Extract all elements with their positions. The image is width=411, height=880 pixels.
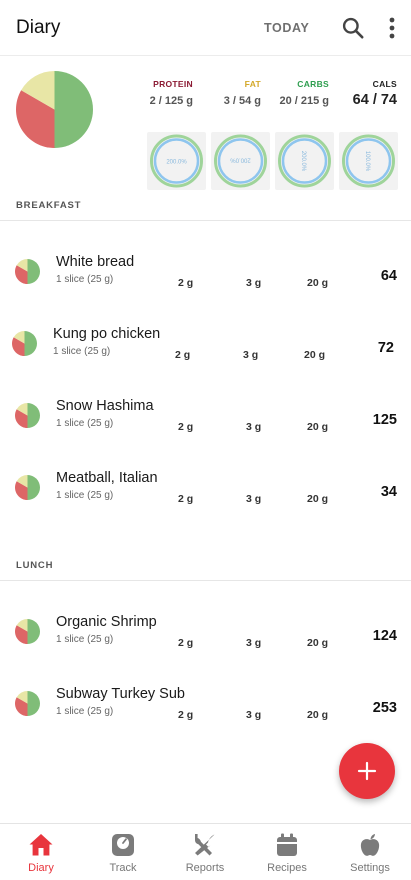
food-cals: 64 — [380, 268, 397, 284]
section-title-lunch: LUNCH — [16, 560, 54, 571]
app-bar: Diary TODAY — [0, 0, 411, 56]
section-divider — [0, 220, 411, 221]
protein-ring-label: 200.0% — [166, 160, 187, 166]
cals-label: CALS — [372, 79, 397, 89]
food-protein: 2 g — [178, 637, 194, 649]
food-macro-pie-icon — [15, 475, 40, 500]
add-food-button[interactable] — [339, 743, 395, 799]
search-icon[interactable] — [340, 15, 366, 41]
food-macro-pie-icon — [15, 691, 40, 716]
food-row[interactable]: Organic Shrimp 1 slice (25 g) 2 g 3 g 20… — [0, 600, 411, 672]
food-fat: 3 g — [246, 493, 262, 505]
macro-cals: CALS 64 / 74 — [353, 79, 397, 108]
food-protein: 2 g — [175, 349, 191, 361]
apple-icon — [360, 834, 380, 856]
food-cals: 72 — [377, 340, 394, 356]
macro-protein: PROTEIN 2 / 125 g — [150, 79, 193, 107]
food-row[interactable]: Subway Turkey Sub 1 slice (25 g) 2 g 3 g… — [0, 672, 411, 744]
food-carbs: 20 g — [307, 493, 329, 505]
food-cals: 124 — [372, 628, 397, 644]
carbs-value: 20 / 215 g — [279, 95, 329, 107]
food-name: Kung po chicken — [53, 326, 161, 342]
nav-label-reports: Reports — [185, 862, 225, 874]
food-serving: 1 slice (25 g) — [56, 418, 114, 429]
protein-value: 2 / 125 g — [149, 95, 193, 107]
nav-item-diary[interactable]: Diary — [0, 824, 82, 880]
food-name: Organic Shrimp — [56, 614, 157, 630]
food-serving: 1 slice (25 g) — [53, 346, 111, 357]
food-row[interactable]: White bread 1 slice (25 g) 2 g 3 g 20 g … — [0, 240, 411, 312]
food-protein: 2 g — [178, 277, 194, 289]
cals-ring-label: 100.0% — [364, 151, 370, 172]
protein-label: PROTEIN — [153, 79, 193, 89]
macro-carbs: CARBS 20 / 215 g — [279, 79, 329, 107]
food-name: Subway Turkey Sub — [56, 686, 185, 702]
food-name: White bread — [56, 254, 135, 270]
pie-slice-carbs — [54, 71, 93, 148]
food-carbs: 20 g — [307, 421, 329, 433]
food-macro-pie-icon — [15, 403, 40, 428]
more-vertical-icon[interactable] — [380, 15, 404, 41]
food-cals: 125 — [372, 412, 397, 428]
carbs-label: CARBS — [297, 79, 329, 89]
food-protein: 2 g — [178, 421, 194, 433]
calendar-icon — [277, 833, 297, 856]
section-title-breakfast: BREAKFAST — [16, 200, 82, 211]
macro-fat: FAT 3 / 54 g — [224, 79, 261, 107]
carbs-progress-ring: 200.0% — [275, 132, 334, 190]
food-protein: 2 g — [178, 493, 194, 505]
food-carbs: 20 g — [304, 349, 326, 361]
fork-knife-icon — [195, 834, 215, 856]
food-macro-pie-icon — [15, 259, 40, 284]
food-row[interactable]: Meatball, Italian 1 slice (25 g) 2 g 3 g… — [0, 456, 411, 528]
food-protein: 2 g — [178, 709, 194, 721]
today-button[interactable]: TODAY — [264, 21, 309, 35]
page-title: Diary — [16, 17, 61, 38]
food-fat: 3 g — [243, 349, 259, 361]
nav-label-track: Track — [109, 862, 137, 874]
food-cals: 34 — [380, 484, 397, 500]
food-macro-pie-icon — [12, 331, 37, 356]
home-icon — [29, 834, 53, 856]
food-fat: 3 g — [246, 277, 262, 289]
bottom-navigation: Diary Track Reports Recipes Settings — [0, 823, 411, 880]
food-serving: 1 slice (25 g) — [56, 706, 114, 717]
fat-value: 3 / 54 g — [223, 95, 261, 107]
section-divider — [0, 580, 411, 581]
food-fat: 3 g — [246, 709, 262, 721]
food-carbs: 20 g — [307, 277, 329, 289]
daily-summary: PROTEIN 2 / 125 g FAT 3 / 54 g CARBS 20 … — [0, 56, 411, 190]
food-carbs: 20 g — [307, 637, 329, 649]
food-row[interactable]: Snow Hashima 1 slice (25 g) 2 g 3 g 20 g… — [0, 384, 411, 456]
nav-item-settings[interactable]: Settings — [329, 824, 411, 880]
food-carbs: 20 g — [307, 709, 329, 721]
food-row[interactable]: Kung po chicken 1 slice (25 g) 2 g 3 g 2… — [0, 312, 411, 384]
fat-progress-ring: 200.0% — [211, 132, 270, 190]
nav-item-recipes[interactable]: Recipes — [246, 824, 328, 880]
nav-item-track[interactable]: Track — [82, 824, 164, 880]
carbs-ring-label: 200.0% — [300, 151, 306, 172]
cals-value: 64 / 74 — [352, 92, 397, 108]
cals-progress-ring: 100.0% — [339, 132, 398, 190]
plus-icon — [357, 761, 377, 781]
food-serving: 1 slice (25 g) — [56, 634, 114, 645]
macro-pie-chart — [16, 71, 93, 148]
nav-label-diary: Diary — [28, 862, 54, 874]
protein-progress-ring: 200.0% — [147, 132, 206, 190]
food-name: Meatball, Italian — [56, 470, 158, 486]
nav-label-recipes: Recipes — [267, 862, 307, 874]
scale-icon — [112, 834, 134, 856]
food-fat: 3 g — [246, 637, 262, 649]
food-macro-pie-icon — [15, 619, 40, 644]
fat-ring-label: 200.0% — [230, 157, 251, 163]
food-fat: 3 g — [246, 421, 262, 433]
nav-item-reports[interactable]: Reports — [164, 824, 246, 880]
food-serving: 1 slice (25 g) — [56, 274, 114, 285]
fat-label: FAT — [244, 79, 261, 89]
nav-label-settings: Settings — [350, 862, 390, 874]
food-name: Snow Hashima — [56, 398, 154, 414]
food-serving: 1 slice (25 g) — [56, 490, 114, 501]
food-cals: 253 — [372, 700, 397, 716]
